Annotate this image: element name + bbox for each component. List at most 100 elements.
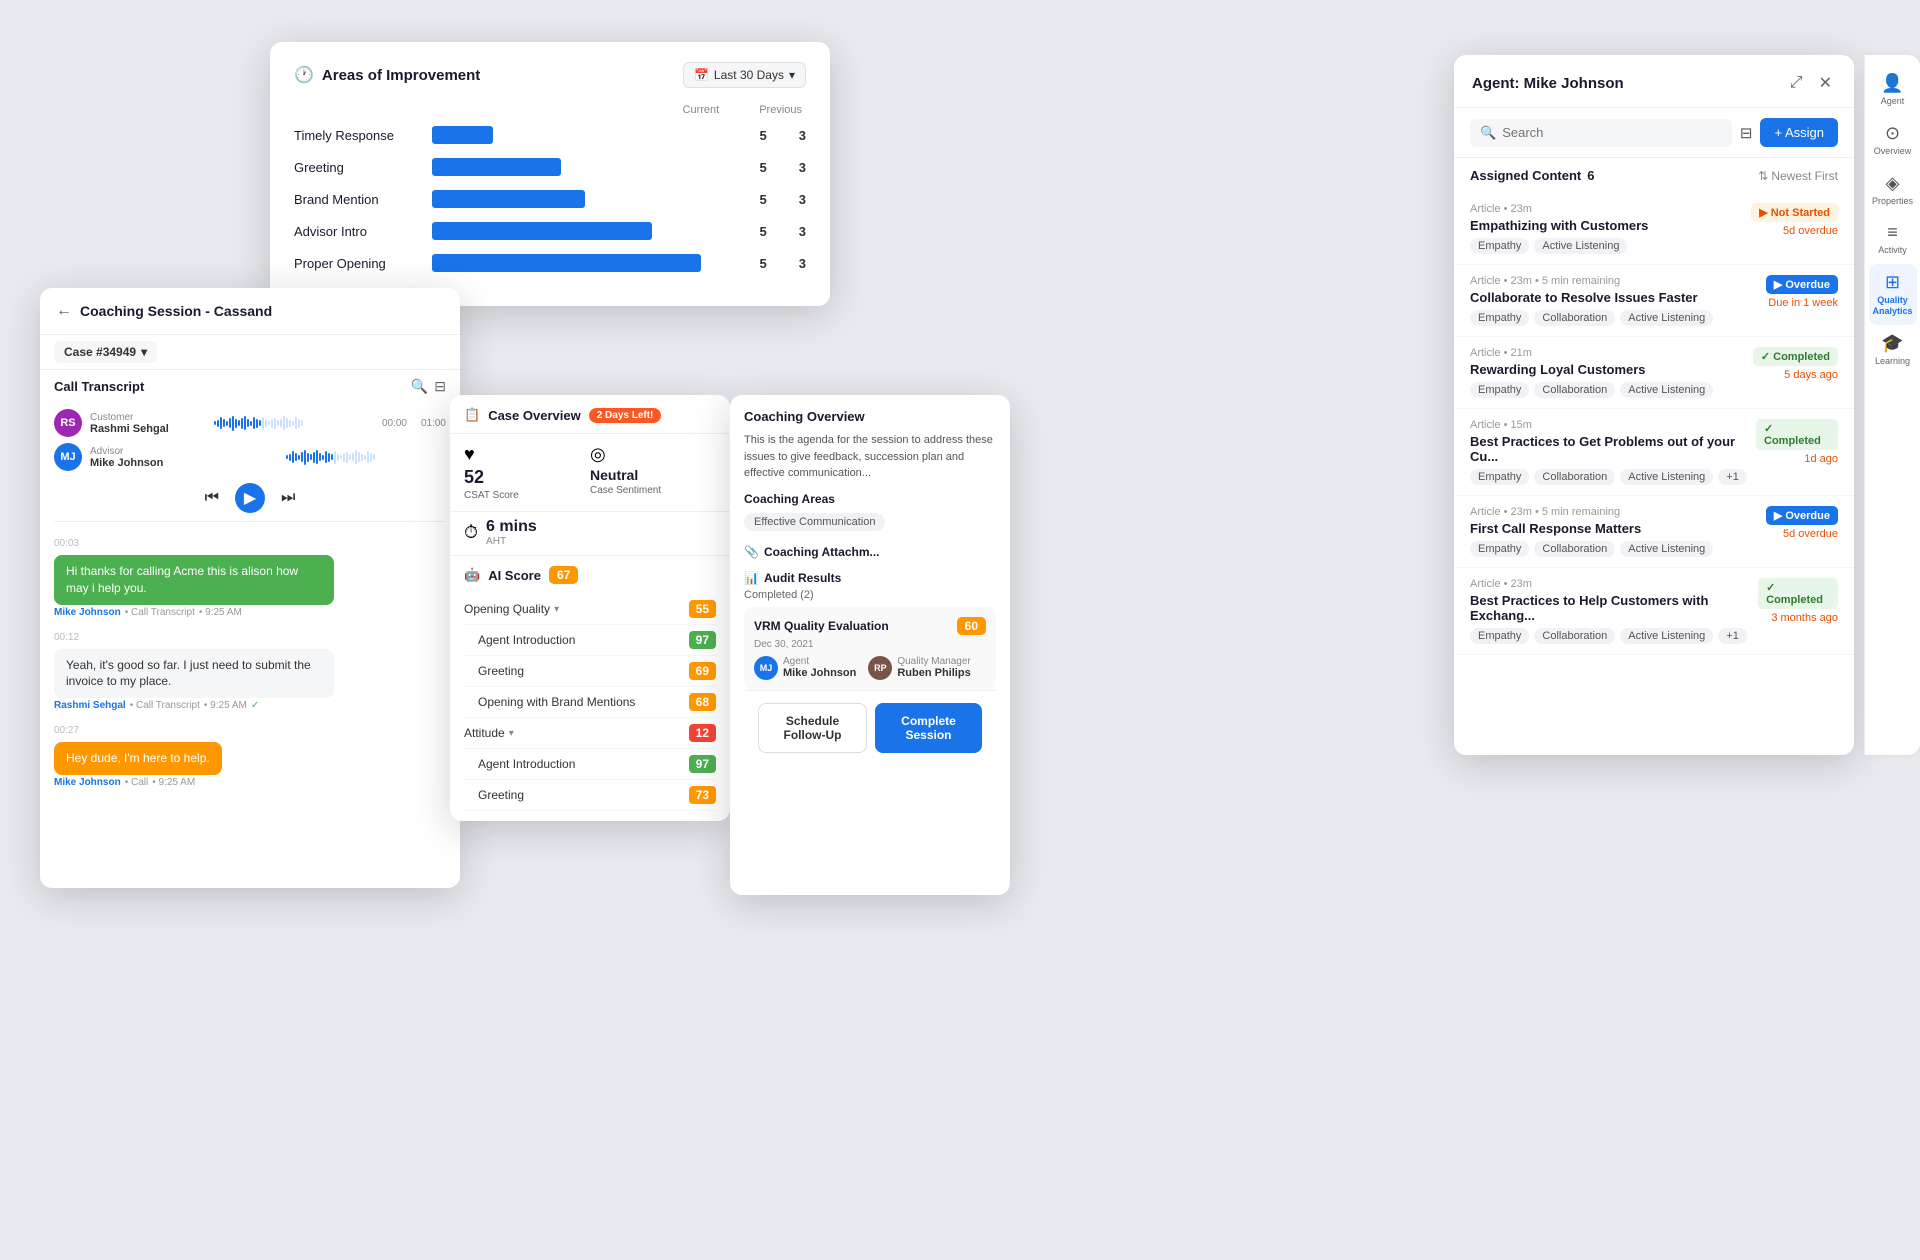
sidebar-item-quality-analytics[interactable]: ⊞ Quality Analytics (1869, 264, 1917, 325)
area-row: Advisor Intro 5 3 (294, 222, 806, 240)
expand-icon[interactable]: ▾ (509, 728, 514, 739)
sidebar-item-properties[interactable]: ◈ Properties (1869, 165, 1917, 215)
sidebar-icon: ⊞ (1885, 272, 1900, 293)
content-list: Article • 23m Empathizing with Customers… (1454, 189, 1854, 755)
badge-time: Due in 1 week (1768, 297, 1838, 309)
customer-track-info: Customer Rashmi Sehgal (90, 412, 206, 435)
search-transcript-button[interactable]: 🔍 (411, 378, 428, 395)
ai-score-item[interactable]: Opening Quality ▾ 55 (464, 594, 716, 625)
ai-score-sub-item: Agent Introduction 97 (464, 625, 716, 656)
list-item[interactable]: Article • 21m Rewarding Loyal Customers … (1454, 337, 1854, 409)
list-item[interactable]: Article • 23m Best Practices to Help Cus… (1454, 568, 1854, 655)
tag: Active Listening (1620, 310, 1713, 326)
previous-value: 3 (799, 128, 806, 143)
previous-value: 3 (799, 224, 806, 239)
content-tags: EmpathyCollaborationActive Listening+1 (1470, 628, 1838, 644)
back-button[interactable]: ← (56, 302, 72, 320)
badge-area: ✓ Completed 3 months ago (1758, 578, 1838, 624)
waveform-bar (298, 455, 300, 460)
filter-transcript-button[interactable]: ⊟ (434, 378, 446, 395)
skip-back-button[interactable]: ⏮ (205, 483, 219, 513)
search-box[interactable]: 🔍 (1470, 119, 1732, 147)
waveform-bar (373, 454, 375, 460)
advisor-avatar: MJ (54, 443, 82, 471)
coaching-areas-title: Coaching Areas (744, 492, 996, 506)
waveform-bar (316, 450, 318, 464)
coaching-overview-title: Coaching Overview (744, 409, 996, 424)
list-item[interactable]: Article • 15m Best Practices to Get Prob… (1454, 409, 1854, 496)
complete-session-button[interactable]: Complete Session (875, 703, 982, 753)
coaching-header: ← Coaching Session - Cassand (40, 288, 460, 335)
tag: Collaboration (1534, 382, 1615, 398)
waveform-bar (364, 455, 366, 460)
sidebar-item-overview[interactable]: ⊙ Overview (1869, 115, 1917, 165)
ai-score-item[interactable]: Attitude ▾ 12 (464, 718, 716, 749)
badge-area: ▶ Not Started 5d overdue (1751, 203, 1838, 237)
waveform-bar (319, 453, 321, 461)
sidebar-item-learning[interactable]: 🎓 Learning (1869, 325, 1917, 375)
sentiment-stat: ◎ Neutral Case Sentiment (590, 444, 716, 501)
expand-icon[interactable]: ⤢ (1786, 72, 1807, 94)
search-row: 🔍 ⊟ + Assign (1454, 108, 1854, 158)
audit-agent: MJ Agent Mike Johnson (754, 656, 856, 680)
case-badge[interactable]: Case #34949 ▾ (54, 341, 157, 363)
area-label: Brand Mention (294, 192, 424, 207)
assigned-header: Assigned Content 6 ⇅ Newest First (1454, 158, 1854, 189)
list-item[interactable]: Article • 23m Empathizing with Customers… (1454, 193, 1854, 265)
sidebar-item-activity[interactable]: ≡ Activity (1869, 214, 1917, 264)
sidebar: 👤 Agent ⊙ Overview ◈ Properties ≡ Activi… (1864, 55, 1920, 755)
sender-role: • Call Transcript (130, 700, 200, 711)
assign-button[interactable]: + Assign (1760, 118, 1838, 147)
status-badge: ▶ Not Started (1751, 203, 1838, 222)
ai-score-section: 🤖 AI Score 67 Opening Quality ▾ 55 Agent… (450, 556, 730, 821)
sender-name: Mike Johnson (54, 607, 121, 618)
play-button[interactable]: ▶ (235, 483, 265, 513)
ai-score-header: 🤖 AI Score 67 (464, 566, 716, 584)
waveform-bar (304, 450, 306, 465)
message-bubble: 00:12 Yeah, it's good so far. I just nee… (54, 632, 446, 712)
date-range-picker[interactable]: 📅 Last 30 Days ▾ (683, 62, 806, 88)
sidebar-item-agent[interactable]: 👤 Agent (1869, 65, 1917, 115)
waveform-bar (283, 416, 285, 430)
case-selector: Case #34949 ▾ (40, 335, 460, 370)
skip-forward-button[interactable]: ⏭ (281, 483, 295, 513)
areas-rows: Timely Response 5 3 Greeting 5 3 Brand M… (294, 126, 806, 272)
days-left-badge: 2 Days Left! (589, 408, 662, 423)
coaching-overview-card: Coaching Overview This is the agenda for… (730, 395, 1010, 895)
chevron-down-icon: ▾ (141, 345, 147, 359)
tag: Active Listening (1620, 382, 1713, 398)
content-meta: Article • 23m • 5 min remaining (1470, 275, 1698, 287)
tag: Active Listening (1620, 628, 1713, 644)
schedule-followup-button[interactable]: Schedule Follow-Up (758, 703, 867, 753)
area-bar-container (432, 126, 738, 144)
area-label: Greeting (294, 160, 424, 175)
coaching-attachment: 📎 Coaching Attachm... (744, 545, 996, 559)
waveform-bar (265, 420, 267, 427)
sort-selector[interactable]: ⇅ Newest First (1758, 169, 1838, 183)
list-item[interactable]: Article • 23m • 5 min remaining First Ca… (1454, 496, 1854, 568)
badge-area: ▶ Overdue Due in 1 week (1766, 275, 1838, 309)
waveform-bar (292, 421, 294, 426)
waveform-bar (274, 418, 276, 429)
tag: Empathy (1470, 628, 1529, 644)
list-item[interactable]: Article • 23m • 5 min remaining Collabor… (1454, 265, 1854, 337)
sub-score-num: 97 (689, 755, 716, 773)
score-num: 12 (689, 724, 716, 742)
calendar-icon: 📅 (694, 68, 709, 82)
expand-icon[interactable]: ▾ (554, 604, 559, 615)
close-icon[interactable]: ✕ (1815, 71, 1836, 95)
aht-label: AHT (486, 536, 537, 547)
attachment-icon: 📎 (744, 545, 759, 559)
agent-name: Mike Johnson (783, 667, 856, 679)
message-time: • 9:25 AM (199, 607, 242, 618)
sub-score-num: 73 (689, 786, 716, 804)
waveform-bar (358, 452, 360, 462)
filter-button[interactable]: ⊟ (1740, 124, 1753, 142)
content-meta: Article • 21m (1470, 347, 1646, 359)
search-input[interactable] (1502, 125, 1722, 140)
waveform-bar (235, 419, 237, 428)
coaching-area-tags: Effective Communication (744, 512, 996, 535)
message-bubble: 00:27 Hey dude, I'm here to help. Mike J… (54, 725, 446, 788)
customer-avatar: RS (54, 409, 82, 437)
ai-score-category: Opening Quality ▾ 55 Agent Introduction … (464, 594, 716, 718)
